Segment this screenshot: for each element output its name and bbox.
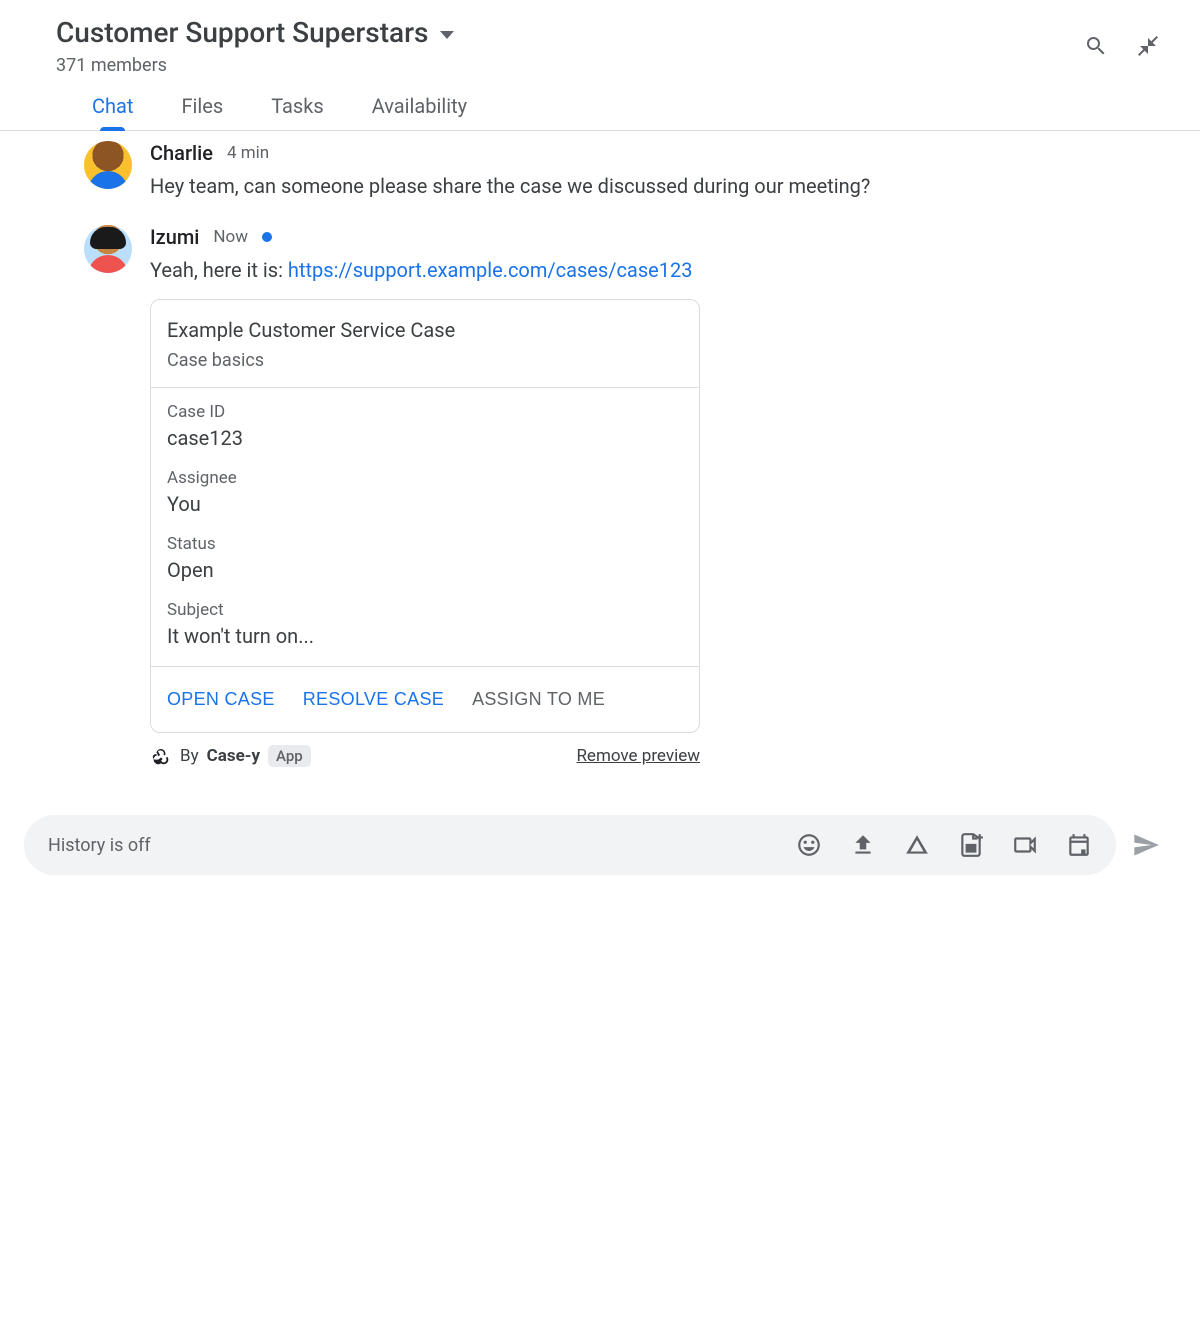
message-author: Charlie [150,141,213,165]
composer-placeholder: History is off [48,835,151,856]
assign-to-me-button[interactable]: ASSIGN TO ME [472,689,605,710]
message-time: Now [213,227,248,247]
field-label: Subject [167,600,683,620]
tab-files[interactable]: Files [181,94,223,130]
message: Charlie 4 min Hey team, can someone plea… [84,141,1144,201]
message-text: Yeah, here it is: https://support.exampl… [150,255,1144,285]
search-icon[interactable] [1084,34,1108,58]
app-badge: App [268,745,311,767]
card-field: Case ID case123 [167,402,683,450]
calendar-icon[interactable] [1066,832,1092,858]
message-list: Charlie 4 min Hey team, can someone plea… [0,131,1200,767]
message-composer[interactable]: History is off [24,815,1116,875]
member-count: 371 members [56,55,454,76]
card-field: Status Open [167,534,683,582]
chevron-down-icon[interactable] [440,31,454,39]
drive-icon[interactable] [904,832,930,858]
card-field: Subject It won't turn on... [167,600,683,648]
field-value: case123 [167,426,683,450]
card-subtitle: Case basics [167,350,683,371]
field-label: Case ID [167,402,683,422]
emoji-icon[interactable] [796,832,822,858]
preview-footer: By Case-y App Remove preview [150,745,700,767]
by-prefix: By [180,746,199,766]
open-case-button[interactable]: OPEN CASE [167,689,275,710]
resolve-case-button[interactable]: RESOLVE CASE [303,689,444,710]
field-label: Status [167,534,683,554]
case-card: Example Customer Service Case Case basic… [150,299,700,733]
bot-name: Case-y [207,746,260,766]
card-field: Assignee You [167,468,683,516]
message-time: 4 min [227,143,269,163]
video-icon[interactable] [1012,832,1038,858]
webhook-icon [150,745,172,767]
avatar[interactable] [84,141,132,189]
space-header: Customer Support Superstars 371 members [0,0,1200,76]
field-value: You [167,492,683,516]
card-title: Example Customer Service Case [167,318,683,342]
case-link[interactable]: https://support.example.com/cases/case12… [288,258,693,282]
space-title: Customer Support Superstars [56,16,428,49]
remove-preview-link[interactable]: Remove preview [576,746,700,766]
space-title-row[interactable]: Customer Support Superstars [56,16,454,49]
tab-availability[interactable]: Availability [372,94,467,130]
field-value: It won't turn on... [167,624,683,648]
send-icon[interactable] [1132,831,1160,859]
collapse-icon[interactable] [1136,34,1160,58]
tab-chat[interactable]: Chat [92,94,133,130]
new-doc-icon[interactable] [958,832,984,858]
avatar[interactable] [84,225,132,273]
field-value: Open [167,558,683,582]
message: Izumi Now Yeah, here it is: https://supp… [84,225,1144,767]
tab-tasks[interactable]: Tasks [271,94,324,130]
field-label: Assignee [167,468,683,488]
message-author: Izumi [150,225,199,249]
composer-row: History is off [0,791,1200,899]
tab-bar: Chat Files Tasks Availability [0,76,1200,131]
upload-icon[interactable] [850,832,876,858]
status-dot-icon [262,232,272,242]
message-text: Hey team, can someone please share the c… [150,171,1144,201]
